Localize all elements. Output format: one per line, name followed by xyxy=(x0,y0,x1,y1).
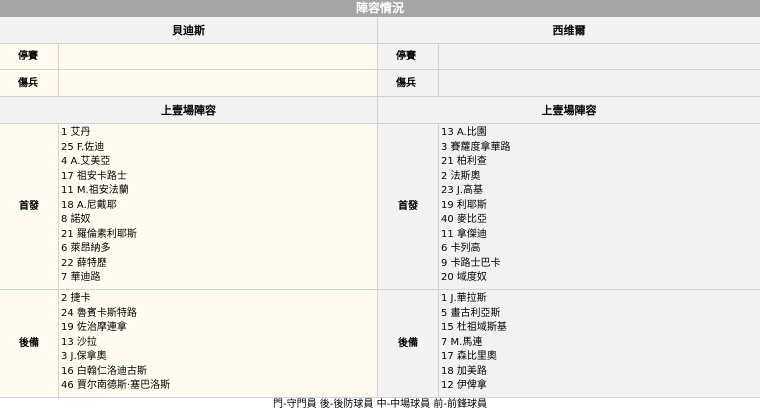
player-item: 2 法斯奧 xyxy=(441,170,481,182)
player-item: 25 F.佐迪 xyxy=(61,141,105,153)
player-item: 5 畫古利亞斯 xyxy=(441,307,501,319)
away-subs-label: 後備 xyxy=(378,290,439,398)
home-starters-cell: 1 艾丹 25 F.佐迪 4 A.艾美亞 17 祖安卡路士 11 M.祖安法蘭 18 A.… xyxy=(59,124,378,290)
player-item: 17 森比里奧 xyxy=(441,351,497,362)
player-item: 6 萊昂納多 xyxy=(61,243,111,254)
player-item: 1 艾丹 xyxy=(61,127,91,138)
player-item: 40 麥比亞 xyxy=(441,214,487,225)
player-item: 21 柏利查 xyxy=(441,156,487,167)
player-item: 12 伊俾拿 xyxy=(441,380,487,391)
away-starters-label: 首發 xyxy=(378,124,439,290)
player-item: 8 諾奴 xyxy=(61,214,91,225)
player-item: 21 羅倫素利耶斯 xyxy=(61,228,137,240)
player-item: 3 J.保拿奧 xyxy=(61,351,107,362)
player-item: 13 沙拉 xyxy=(61,336,97,348)
home-suspended-label: 停賽 xyxy=(0,44,59,70)
home-last-lineup-heading: 上壹場陣容 xyxy=(0,97,378,124)
player-item: 19 佐治摩連拿 xyxy=(61,322,127,333)
player-item: 11 拿傑迪 xyxy=(441,228,487,240)
player-item: 18 A.尼戴耶 xyxy=(61,199,117,211)
player-item: 9 卡路士巴卡 xyxy=(441,257,501,269)
player-item: 24 魯賓卡斯特路 xyxy=(61,307,137,319)
player-item: 22 薛特歷 xyxy=(61,257,107,269)
home-injured-label: 傷兵 xyxy=(0,70,59,97)
player-item: 6 卡列高 xyxy=(441,243,481,254)
player-item: 13 A.比園 xyxy=(441,127,487,138)
player-item: 20 域度奴 xyxy=(441,272,487,283)
player-item: 4 A.艾美亞 xyxy=(61,156,111,167)
position-legend: 門-守門員 後-後防球員 中-中場球員 前-前鋒球員 xyxy=(273,399,487,410)
lineup-panel: 陣容情況 貝迪斯 西维爾 停賽 停賽 傷兵 傷兵 上壹場陣容 上壹場陣容 首發 … xyxy=(0,0,760,411)
home-subs-list: 2 捷卡 24 魯賓卡斯特路 19 佐治摩連拿 13 沙拉 3 J.保拿奧 16 白翰仁洛… xyxy=(59,290,377,394)
away-suspended-value xyxy=(439,44,760,70)
away-starters-cell: 13 A.比園 3 賽蘿度拿華路 21 柏利查 2 法斯奧 23 J.高基 19 利耶斯 4… xyxy=(439,124,760,290)
away-team-name: 西维爾 xyxy=(378,17,760,44)
player-item: 15 杜祖域斯基 xyxy=(441,322,507,333)
away-starters-list: 13 A.比園 3 賽蘿度拿華路 21 柏利查 2 法斯奧 23 J.高基 19 利耶斯 4… xyxy=(439,124,760,286)
player-item: 7 M.馬連 xyxy=(441,336,483,348)
player-item: 2 捷卡 xyxy=(61,293,91,304)
home-team-name: 貝迪斯 xyxy=(0,17,378,44)
player-item: 46 賈尔南德斯·塞巴洛斯 xyxy=(61,380,171,391)
home-suspended-value xyxy=(59,44,378,70)
player-item: 3 賽蘿度拿華路 xyxy=(441,141,511,153)
player-item: 18 加美路 xyxy=(441,365,487,377)
player-item: 19 利耶斯 xyxy=(441,199,487,211)
away-last-lineup-heading: 上壹場陣容 xyxy=(378,97,760,124)
away-subs-list: 1 J.華拉斯 5 畫古利亞斯 15 杜祖域斯基 7 M.馬連 17 森比里奧 18 加美… xyxy=(439,290,760,394)
away-subs-cell: 1 J.華拉斯 5 畫古利亞斯 15 杜祖域斯基 7 M.馬連 17 森比里奧 18 加美… xyxy=(439,290,760,398)
home-starters-list: 1 艾丹 25 F.佐迪 4 A.艾美亞 17 祖安卡路士 11 M.祖安法蘭 18 A.… xyxy=(59,124,377,286)
home-injured-value xyxy=(59,70,378,97)
player-item: 16 白翰仁洛迪古斯 xyxy=(61,365,147,377)
home-starters-label: 首發 xyxy=(0,124,59,290)
panel-title: 陣容情況 xyxy=(0,0,760,17)
home-subs-cell: 2 捷卡 24 魯賓卡斯特路 19 佐治摩連拿 13 沙拉 3 J.保拿奧 16 白翰仁洛… xyxy=(59,290,378,398)
home-subs-label: 後備 xyxy=(0,290,59,398)
player-item: 17 祖安卡路士 xyxy=(61,170,127,182)
player-item: 7 華迪路 xyxy=(61,272,101,283)
player-item: 11 M.祖安法蘭 xyxy=(61,185,129,196)
away-suspended-label: 停賽 xyxy=(378,44,439,70)
away-injured-label: 傷兵 xyxy=(378,70,439,97)
away-injured-value xyxy=(439,70,760,97)
player-item: 23 J.高基 xyxy=(441,185,484,196)
player-item: 1 J.華拉斯 xyxy=(441,293,487,304)
